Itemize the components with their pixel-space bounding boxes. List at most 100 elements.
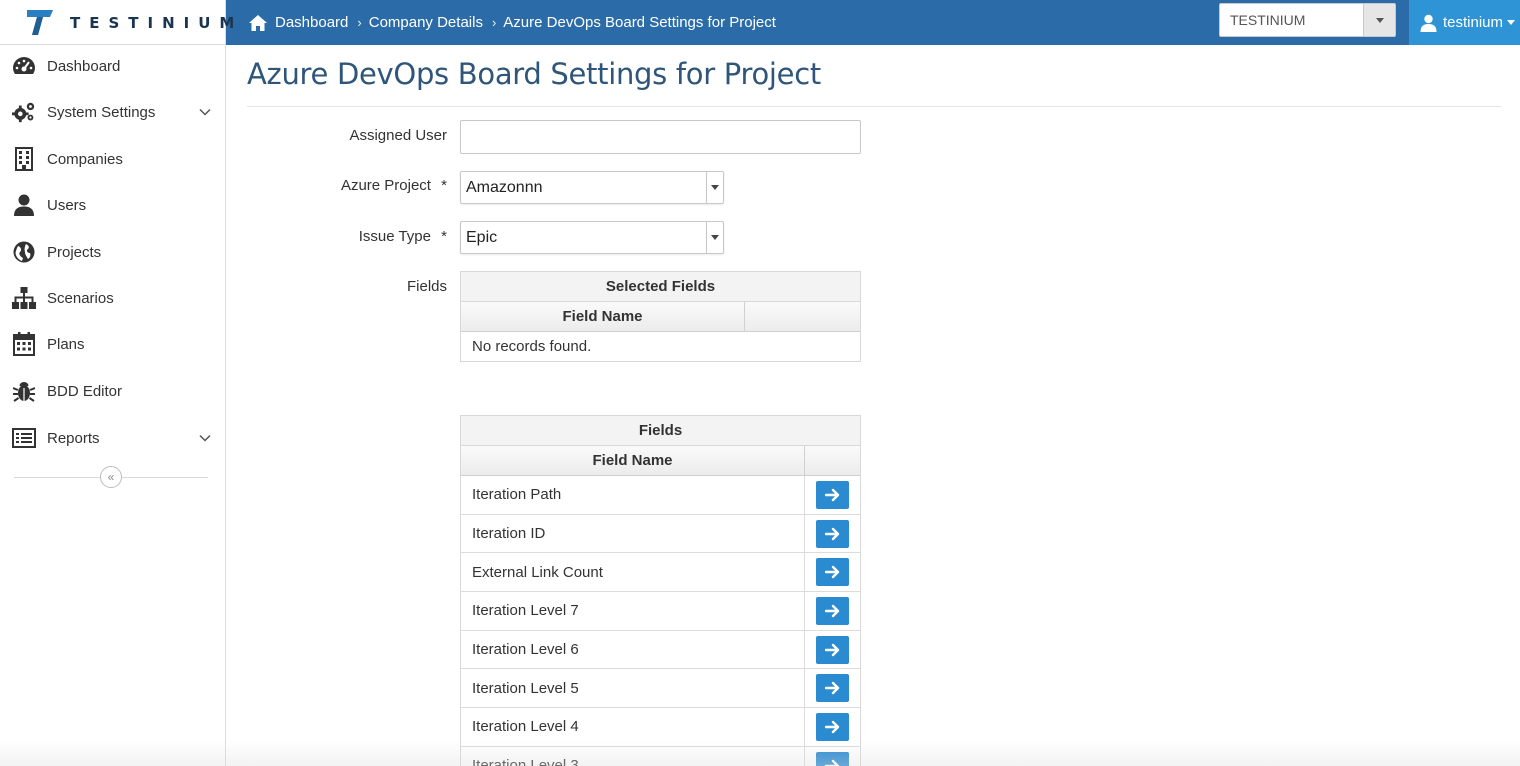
sidebar-item-label: Users	[47, 196, 87, 214]
azure-project-label-text: Azure Project	[340, 177, 431, 194]
action-column-header	[805, 446, 860, 475]
sitemap-icon	[12, 286, 36, 310]
logo[interactable]: TESTINIUM	[0, 0, 234, 45]
field-name-cell: External Link Count	[461, 553, 805, 592]
issue-type-select[interactable]: Epic	[460, 221, 724, 254]
sidebar-item-plans[interactable]: Plans	[0, 321, 225, 367]
sidebar-item-companies[interactable]: Companies	[0, 136, 225, 182]
issue-type-dropdown-button[interactable]	[706, 222, 723, 253]
table-row: Iteration Level 5	[461, 669, 860, 709]
action-column-header	[745, 302, 860, 331]
available-fields-header-row: Field Name	[461, 446, 860, 476]
field-name-cell: Iteration Level 6	[461, 630, 805, 669]
caret-down-icon	[1375, 17, 1384, 23]
sidebar-item-label: Companies	[47, 150, 123, 168]
field-name-column-header[interactable]: Field Name	[461, 302, 745, 331]
add-field-button[interactable]	[816, 674, 849, 703]
title-divider	[247, 106, 1501, 107]
sidebar-item-users[interactable]: Users	[0, 182, 225, 228]
add-field-button[interactable]	[816, 596, 849, 625]
sidebar-item-bdd-editor[interactable]: BDD Editor	[0, 368, 225, 414]
project-switcher-select[interactable]: TESTINIUM	[1219, 3, 1396, 37]
user-icon	[12, 193, 36, 217]
available-fields-table: Fields Field Name Iteration Path Iteratio…	[460, 415, 861, 766]
project-switcher-dropdown-button[interactable]	[1363, 4, 1395, 36]
assigned-user-label: Assigned User	[349, 127, 447, 144]
caret-down-icon	[1507, 20, 1516, 25]
action-cell	[805, 747, 860, 766]
building-icon	[12, 147, 36, 171]
arrow-right-icon	[824, 643, 839, 656]
bug-icon	[12, 379, 36, 403]
add-field-button[interactable]	[816, 480, 849, 509]
sidebar-item-label: System Settings	[47, 103, 156, 121]
action-cell	[805, 515, 860, 553]
arrow-right-icon	[824, 759, 839, 766]
fields-label: Fields	[406, 278, 447, 295]
arrow-right-icon	[824, 682, 839, 695]
add-field-button[interactable]	[816, 635, 849, 664]
sidebar-item-scenarios[interactable]: Scenarios	[0, 275, 225, 321]
add-field-button[interactable]	[816, 519, 849, 548]
globe-icon	[12, 240, 36, 264]
testinium-logo-icon	[27, 10, 53, 35]
field-name-cell: Iteration Level 4	[461, 708, 805, 746]
selected-fields-table: Selected Fields Field Name No records fo…	[460, 271, 861, 362]
caret-down-icon	[711, 185, 719, 190]
required-mark: *	[441, 228, 447, 245]
assigned-user-input[interactable]	[460, 120, 861, 154]
chevron-down-icon	[199, 434, 211, 442]
field-name-column-header[interactable]: Field Name	[461, 446, 805, 475]
required-mark: *	[441, 177, 447, 194]
action-cell	[805, 553, 860, 591]
field-name-cell: Iteration ID	[461, 514, 805, 553]
breadcrumb-separator-icon: ›	[491, 15, 497, 30]
field-name-cell: Iteration Level 7	[461, 592, 805, 630]
caret-down-icon	[711, 235, 719, 240]
breadcrumb-company-details[interactable]: Company Details	[369, 14, 483, 31]
home-icon[interactable]	[248, 14, 268, 32]
breadcrumb-dashboard[interactable]: Dashboard	[275, 14, 348, 31]
sidebar-item-dashboard[interactable]: Dashboard	[0, 43, 225, 89]
azure-project-value: Amazonnn	[466, 179, 543, 196]
action-cell	[805, 631, 860, 669]
field-name-cell: Iteration Path	[461, 476, 805, 514]
issue-type-value: Epic	[466, 229, 498, 246]
arrow-right-icon	[824, 527, 839, 540]
available-fields-caption: Fields	[461, 416, 860, 446]
brand-name: TESTINIUM	[70, 14, 244, 32]
table-row: Iteration Path	[461, 476, 860, 515]
action-cell	[805, 708, 860, 746]
add-field-button[interactable]	[816, 558, 849, 587]
project-switcher-value: TESTINIUM	[1230, 12, 1306, 28]
user-menu[interactable]: testinium	[1409, 0, 1520, 45]
breadcrumb-separator-icon: ›	[357, 15, 362, 30]
azure-project-label: Azure Project *	[247, 177, 447, 194]
user-icon	[1420, 14, 1437, 32]
field-name-cell: Iteration Level 3	[461, 746, 805, 766]
page-title: Azure DevOps Board Settings for Project	[247, 57, 821, 91]
azure-project-dropdown-button[interactable]	[706, 172, 723, 203]
sidebar-item-projects[interactable]: Projects	[0, 229, 225, 275]
sidebar-item-system-settings[interactable]: System Settings	[0, 89, 225, 135]
add-field-button[interactable]	[816, 712, 849, 741]
double-chevron-left-icon: «	[107, 470, 115, 484]
add-field-button[interactable]	[816, 751, 849, 766]
list-icon	[12, 426, 36, 450]
sidebar-item-reports[interactable]: Reports	[0, 415, 225, 461]
arrow-right-icon	[824, 566, 839, 579]
sidebar-item-label: Dashboard	[47, 57, 121, 75]
gears-icon	[12, 100, 36, 124]
sidebar-collapse-button[interactable]: «	[100, 466, 122, 488]
dashboard-gauge-icon	[12, 54, 36, 78]
selected-fields-header-row: Field Name	[461, 302, 860, 332]
arrow-right-icon	[824, 720, 839, 734]
sidebar-item-label: BDD Editor	[47, 382, 123, 400]
sidebar-item-label: Plans	[47, 335, 85, 353]
breadcrumb: Dashboard › Company Details › Azure DevO…	[248, 0, 776, 45]
azure-project-select[interactable]: Amazonnn	[460, 171, 724, 204]
action-cell	[805, 592, 860, 630]
arrow-right-icon	[824, 488, 839, 502]
field-name-cell: Iteration Level 5	[461, 669, 805, 708]
sidebar: Dashboard System Settings Companies User…	[0, 45, 226, 766]
